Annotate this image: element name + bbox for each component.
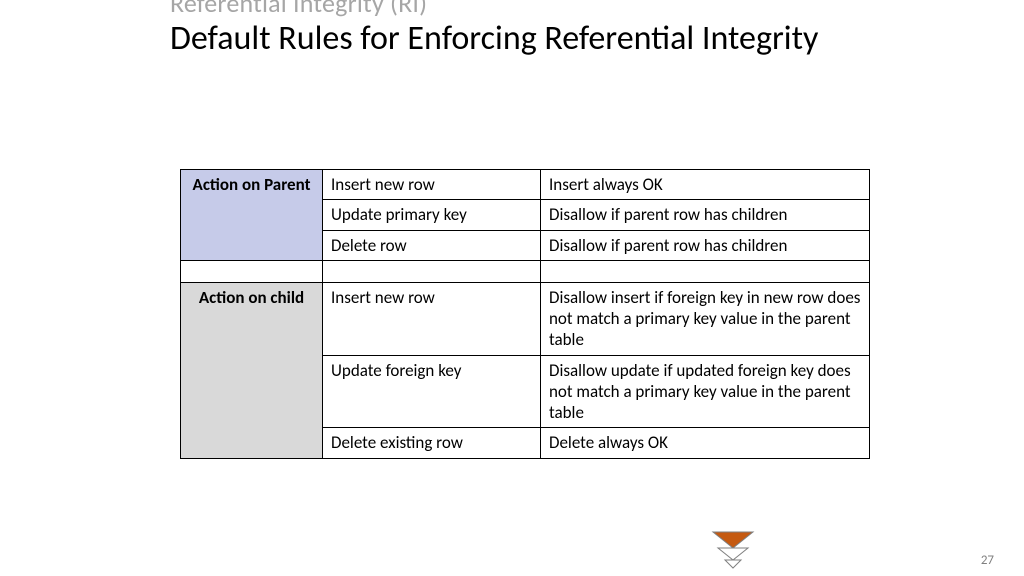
rule-cell: Delete always OK	[541, 428, 870, 458]
action-cell: Update primary key	[323, 200, 541, 230]
action-cell: Update foreign key	[323, 355, 541, 428]
table-row: Action on Parent Insert new row Insert a…	[181, 170, 870, 200]
section-header-child: Action on child	[181, 282, 323, 458]
rule-cell: Insert always OK	[541, 170, 870, 200]
rule-cell: Disallow if parent row has children	[541, 230, 870, 260]
action-cell: Insert new row	[323, 170, 541, 200]
action-cell: Delete existing row	[323, 428, 541, 458]
action-cell: Delete row	[323, 230, 541, 260]
slide-title: Default Rules for Enforcing Referential …	[170, 19, 890, 58]
rule-cell: Disallow update if updated foreign key d…	[541, 355, 870, 428]
ri-rules-table: Action on Parent Insert new row Insert a…	[180, 169, 870, 459]
spacer-row	[181, 260, 870, 282]
page-number: 27	[981, 553, 994, 568]
table-row: Action on child Insert new row Disallow …	[181, 282, 870, 355]
section-header-parent: Action on Parent	[181, 170, 323, 261]
rule-cell: Disallow insert if foreign key in new ro…	[541, 282, 870, 355]
action-cell: Insert new row	[323, 282, 541, 355]
slide-overline: Referential Integrity (RI)	[170, 0, 890, 17]
down-triangle-icon	[711, 530, 755, 570]
rule-cell: Disallow if parent row has children	[541, 200, 870, 230]
